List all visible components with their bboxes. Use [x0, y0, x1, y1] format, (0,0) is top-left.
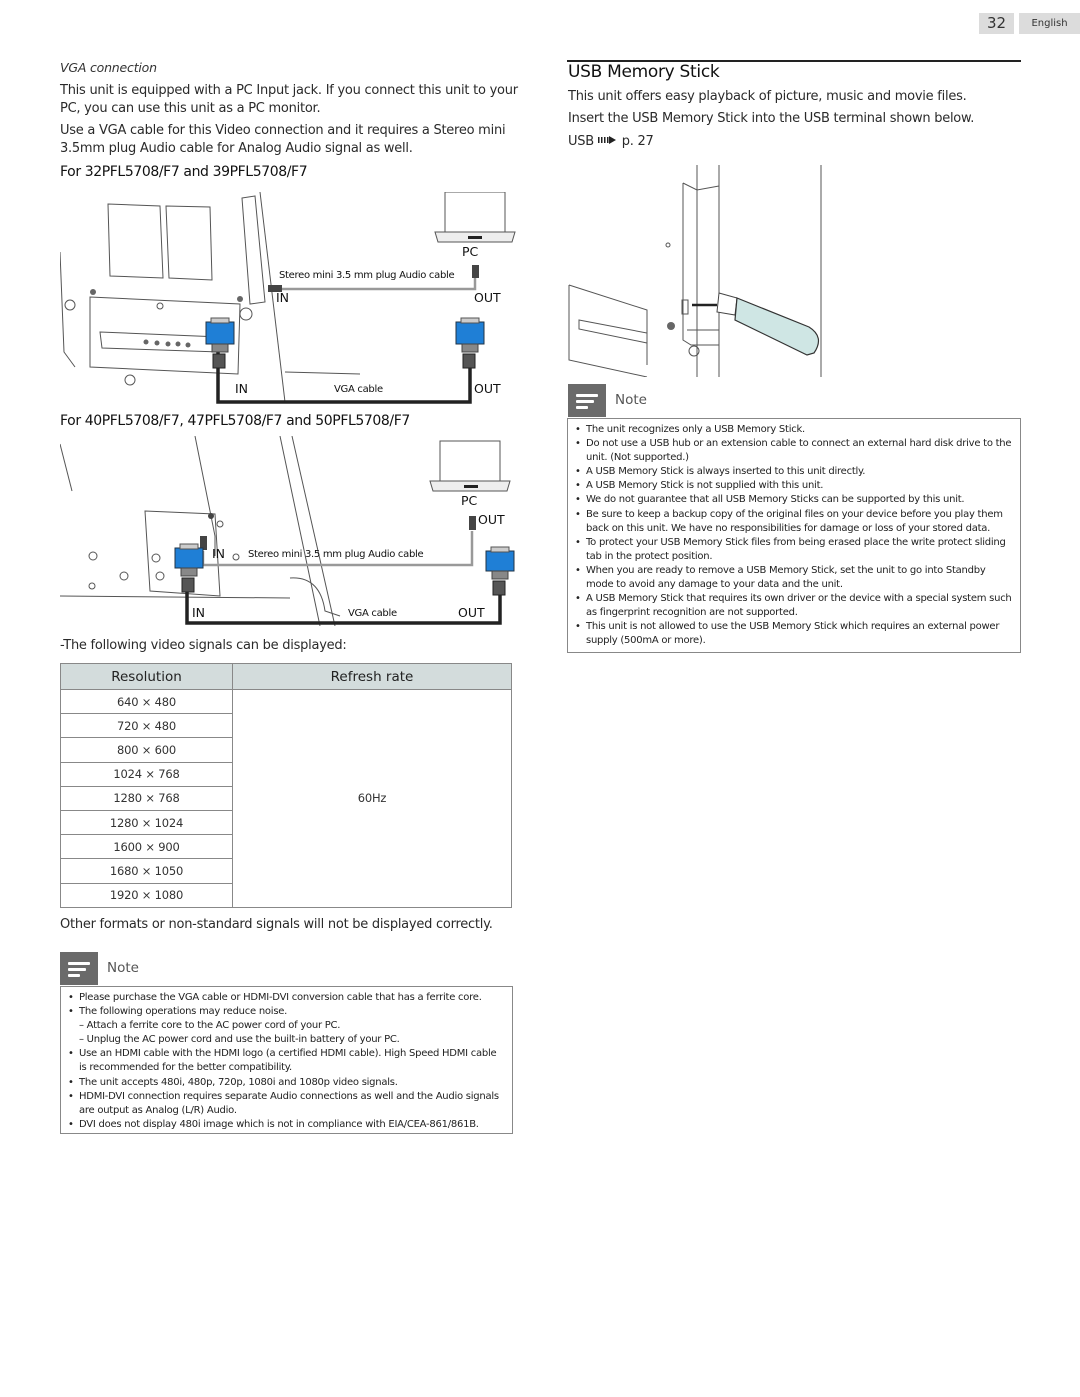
vga-connection-diagram-2: PC OUT IN Stereo mini 3.5 mm plug Audio … — [60, 436, 520, 626]
usb-stick — [716, 292, 820, 356]
audio-cable-label: Stereo mini 3.5 mm plug Audio cable — [279, 270, 455, 281]
vga-intro-paragraph: This unit is equipped with a PC Input ja… — [60, 83, 518, 116]
usb-ref-page: p. 27 — [621, 134, 654, 149]
note-box: Please purchase the VGA cable or HDMI-DV… — [60, 986, 513, 1134]
section-title-usb: USB Memory Stick — [568, 62, 720, 82]
signals-intro: -The following video signals can be disp… — [60, 638, 347, 653]
note-subitem: – Unplug the AC power cord and use the b… — [79, 1034, 400, 1046]
pc-label: PC — [461, 493, 478, 508]
note-item: To protect your USB Memory Stick files f… — [574, 536, 1014, 564]
resolution-cell: 1024 × 768 — [60, 761, 233, 787]
vga-connector-in — [174, 543, 204, 593]
note-item: We do not guarantee that all USB Memory … — [574, 493, 1014, 507]
diagram1-title: For 32PFL5708/F7 and 39PFL5708/F7 — [60, 164, 308, 180]
note-list: The unit recognizes only a USB Memory St… — [574, 423, 1014, 649]
note-item: The following operations may reduce nois… — [67, 1005, 506, 1019]
note-item: HDMI-DVI connection requires separate Au… — [67, 1090, 506, 1118]
usb-insertion-illustration — [567, 165, 822, 378]
resolution-cell: 640 × 480 — [60, 688, 233, 715]
vga-connection-diagram-1: PC Stereo mini 3.5 mm plug Audio cable I… — [60, 192, 520, 404]
note-list: Please purchase the VGA cable or HDMI-DV… — [67, 991, 506, 1132]
arrow-right-icon — [597, 133, 618, 144]
language-tab: English — [1019, 13, 1080, 34]
column-header-resolution: Resolution — [60, 663, 233, 690]
page-number: 32 — [979, 13, 1014, 34]
note-item: Please purchase the VGA cable or HDMI-DV… — [67, 991, 506, 1005]
note-label: Note — [107, 960, 139, 976]
note-box: The unit recognizes only a USB Memory St… — [567, 418, 1021, 653]
audio-in-label: IN — [212, 546, 226, 561]
vga-in-label: IN — [192, 605, 206, 620]
audio-in-label: IN — [276, 290, 290, 305]
vga-connector-in — [205, 317, 235, 369]
note-item: DVI does not display 480i image which is… — [67, 1118, 506, 1132]
vga-out-label: OUT — [474, 381, 501, 396]
video-signals-table: Resolution Refresh rate 640 × 480 60Hz 7… — [60, 663, 512, 908]
resolution-cell: 1920 × 1080 — [60, 882, 233, 908]
resolution-cell: 1600 × 900 — [60, 834, 233, 860]
usb-insert-paragraph: Insert the USB Memory Stick into the USB… — [568, 111, 975, 126]
column-header-refresh-rate: Refresh rate — [232, 663, 512, 690]
vga-cable-label: VGA cable — [334, 384, 383, 395]
note-item: Use an HDMI cable with the HDMI logo (a … — [67, 1047, 506, 1075]
resolution-cell: 800 × 600 — [60, 737, 233, 763]
tv-rear-illustration — [60, 436, 515, 626]
note-header: Note — [568, 384, 768, 417]
note-icon — [568, 384, 606, 417]
note-item: The unit recognizes only a USB Memory St… — [574, 423, 1014, 437]
note-icon — [60, 952, 98, 985]
table-header-row: Resolution Refresh rate — [60, 663, 512, 690]
usb-ref-label: USB — [568, 134, 594, 149]
vga-cable-paragraph: Use a VGA cable for this Video connectio… — [60, 123, 506, 156]
note-item: Be sure to keep a backup copy of the ori… — [574, 508, 1014, 536]
tv-rear-illustration — [60, 192, 516, 404]
vga-out-label: OUT — [458, 605, 485, 620]
resolution-cell: 1280 × 768 — [60, 785, 233, 811]
vga-connector-out — [455, 317, 485, 369]
vga-cable-label: VGA cable — [348, 608, 397, 619]
note-item: A USB Memory Stick that requires its own… — [574, 592, 1014, 620]
note-header: Note — [60, 952, 260, 985]
table-row: 640 × 480 60Hz — [60, 688, 512, 908]
refresh-rate-cell: 60Hz — [232, 689, 512, 908]
usb-page-reference[interactable]: USB p. 27 — [568, 133, 654, 151]
pc-label: PC — [462, 244, 479, 259]
other-formats-text: Other formats or non-standard signals wi… — [60, 917, 493, 932]
note-item: A USB Memory Stick is always inserted to… — [574, 465, 1014, 479]
audio-out-label: OUT — [474, 290, 501, 305]
note-item: When you are ready to remove a USB Memor… — [574, 564, 1014, 592]
audio-out-label: OUT — [478, 512, 505, 527]
note-item: This unit is not allowed to use the USB … — [574, 620, 1014, 648]
note-item: Do not use a USB hub or an extension cab… — [574, 437, 1014, 465]
vga-in-label: IN — [235, 381, 249, 396]
section-heading-vga: VGA connection — [60, 60, 157, 75]
resolution-cell: 1680 × 1050 — [60, 858, 233, 884]
resolution-cell: 1280 × 1024 — [60, 809, 233, 836]
note-item: The unit accepts 480i, 480p, 720p, 1080i… — [67, 1076, 506, 1090]
usb-intro-paragraph: This unit offers easy playback of pictur… — [568, 89, 967, 104]
note-subitem: – Attach a ferrite core to the AC power … — [79, 1020, 341, 1032]
vga-connector-out — [485, 546, 515, 596]
resolution-cell: 720 × 480 — [60, 713, 233, 739]
note-label: Note — [615, 392, 647, 408]
audio-cable-label: Stereo mini 3.5 mm plug Audio cable — [248, 549, 424, 560]
note-item: A USB Memory Stick is not supplied with … — [574, 479, 1014, 493]
diagram2-title: For 40PFL5708/F7, 47PFL5708/F7 and 50PFL… — [60, 413, 410, 429]
